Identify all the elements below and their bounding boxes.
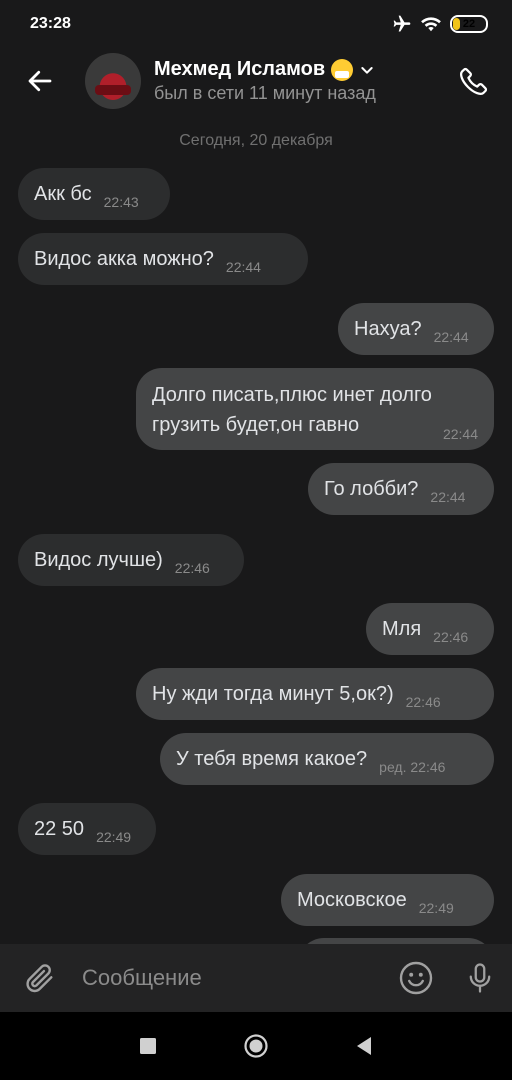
message-text: Нахуа? — [354, 317, 422, 340]
message-text: Видос акка можно? — [34, 247, 214, 270]
message-text: 22 50 — [34, 817, 85, 840]
message-text: Акк бс — [34, 182, 92, 205]
message-text: Долго писать,плюс инет долго грузить буд… — [152, 384, 432, 436]
battery-fill — [453, 18, 461, 30]
message-text: Ну жди тогда минут 5,ок?) — [152, 682, 394, 705]
message-time: ред. 22:46 — [379, 759, 446, 775]
wifi-icon — [421, 17, 441, 32]
message-text: У тебя время какое? — [176, 747, 368, 770]
arrow-left-icon — [28, 70, 52, 92]
mask-emoji-icon — [331, 58, 354, 81]
message-time: 22:44 — [433, 329, 469, 345]
microphone-icon — [469, 963, 491, 993]
status-bar: 23:28 22 — [0, 0, 512, 48]
message-bubble[interactable]: Го лобби? 22:44 — [308, 463, 494, 515]
message-time: 22:49 — [96, 829, 132, 845]
battery-level: 22 — [462, 18, 476, 30]
avatar[interactable] — [85, 53, 141, 109]
system-navigation-bar — [0, 1012, 512, 1080]
back-button[interactable] — [0, 48, 80, 114]
message-bubble[interactable]: Московское 22:49 — [281, 874, 494, 926]
date-separator: Сегодня, 20 декабря — [179, 132, 333, 149]
message-time: 22:46 — [405, 694, 441, 710]
phone-icon — [460, 67, 488, 95]
message-text: Московское — [297, 888, 407, 911]
contact-name: Мехмед Исламов — [154, 58, 326, 80]
message-bubble[interactable]: Долго писать,плюс инет долго грузить буд… — [136, 368, 494, 450]
message-text: Видос лучше) — [34, 548, 163, 571]
chat-header: Мехмед Исламов был в сети 11 минут назад — [0, 48, 512, 114]
status-icons: 22 — [392, 14, 488, 34]
message-time: 22:44 — [225, 259, 261, 275]
message-input[interactable] — [80, 964, 384, 992]
smiley-icon — [399, 961, 433, 995]
message-list[interactable]: Сегодня, 20 декабря Акк бс 22:43 Видос а… — [0, 114, 512, 944]
message-bubble[interactable]: У тебя время какое? ред. 22:46 — [160, 733, 494, 785]
message-time: 22:43 — [103, 194, 139, 210]
message-time: 22:46 — [174, 560, 210, 576]
last-seen-status: был в сети 11 минут назад — [154, 83, 376, 103]
status-time: 23:28 — [30, 15, 71, 32]
paperclip-icon — [26, 964, 53, 993]
message-time: 22:44 — [430, 489, 466, 505]
home-icon[interactable] — [243, 1033, 269, 1059]
chevron-down-icon[interactable] — [359, 62, 375, 78]
message-text: Го лобби? — [324, 477, 419, 500]
back-nav-icon[interactable] — [355, 1036, 373, 1056]
message-bubble[interactable]: Акк бс 22:43 — [18, 168, 170, 220]
contact-info[interactable]: Мехмед Исламов был в сети 11 минут назад — [154, 58, 444, 104]
message-bubble[interactable]: Видос лучше) 22:46 — [18, 534, 244, 586]
message-text: Мля — [382, 617, 422, 640]
message-time: 22:46 — [433, 629, 469, 645]
message-bubble[interactable]: Ну жди тогда минут 5,ок?) 22:46 — [136, 668, 494, 720]
message-time: 22:44 — [442, 426, 478, 442]
message-time: 22:49 — [418, 900, 454, 916]
message-composer — [0, 944, 512, 1012]
emoji-button[interactable] — [384, 960, 448, 996]
message-bubble[interactable]: Мля 22:46 — [366, 603, 494, 655]
recent-apps-icon[interactable] — [139, 1037, 157, 1055]
attach-button[interactable] — [0, 961, 80, 995]
airplane-icon — [393, 15, 411, 32]
call-button[interactable] — [444, 48, 504, 114]
battery-indicator: 22 — [450, 15, 488, 33]
message-bubble[interactable]: Нахуа? 22:44 — [338, 303, 494, 355]
message-bubble[interactable]: Видос акка можно? 22:44 — [18, 233, 308, 285]
voice-message-button[interactable] — [448, 961, 512, 995]
message-bubble[interactable]: 22 50 22:49 — [18, 803, 156, 855]
